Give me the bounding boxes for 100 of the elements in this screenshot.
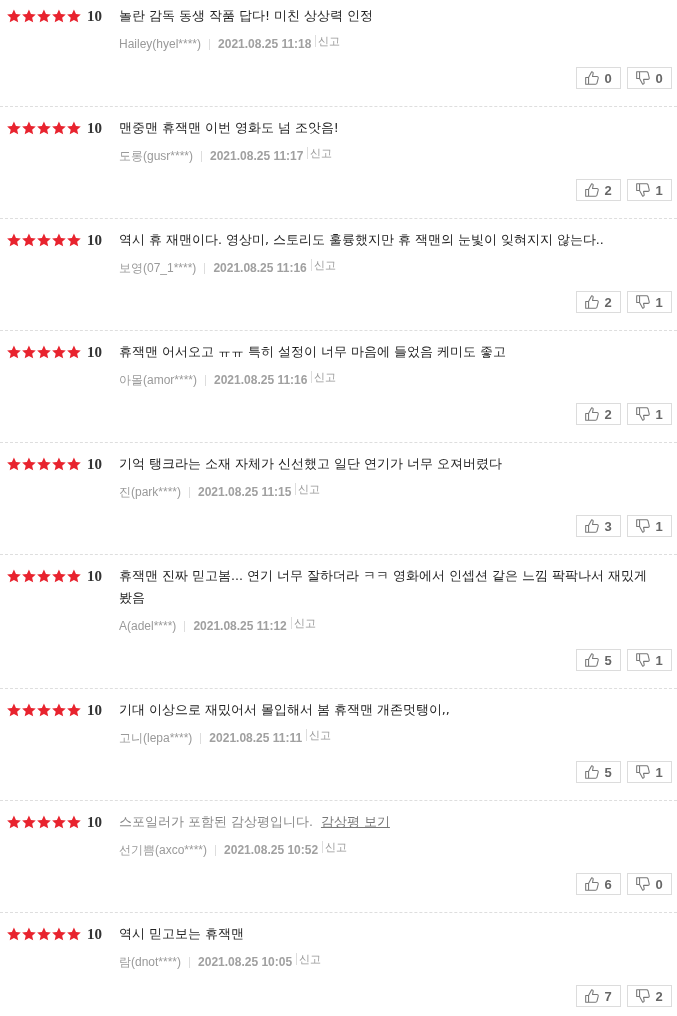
rating-score: 10 bbox=[87, 701, 102, 720]
star-icon bbox=[22, 9, 36, 23]
star-icon bbox=[22, 233, 36, 247]
dislike-button[interactable]: 2 bbox=[627, 985, 672, 1007]
like-button[interactable]: 2 bbox=[576, 291, 621, 313]
review-text: 맨중맨 휴잭맨 이번 영화도 넘 조앗음! bbox=[119, 119, 340, 137]
review-date: 2021.08.25 10:05 bbox=[198, 955, 293, 969]
thumbs-down-icon bbox=[636, 295, 651, 309]
star-icon bbox=[22, 815, 36, 829]
review-date: 2021.08.25 11:18 bbox=[218, 37, 312, 51]
rating-score: 10 bbox=[87, 813, 102, 832]
star-icon bbox=[37, 703, 51, 717]
review-date: 2021.08.25 11:16 bbox=[214, 373, 308, 387]
review-text: 역시 믿고보는 휴잭맨 bbox=[119, 925, 245, 943]
star-icon bbox=[67, 9, 81, 23]
thumbs-down-icon bbox=[636, 519, 651, 533]
like-button[interactable]: 0 bbox=[576, 67, 621, 89]
review-date: 2021.08.25 11:15 bbox=[198, 485, 292, 499]
dislike-button[interactable]: 1 bbox=[627, 403, 672, 425]
star-icon bbox=[7, 569, 21, 583]
author-name: 보영(07_1****) bbox=[119, 259, 197, 277]
report-link[interactable]: 신고 bbox=[290, 617, 316, 629]
report-link[interactable]: 신고 bbox=[311, 371, 337, 383]
dislike-button[interactable]: 1 bbox=[627, 291, 672, 313]
thumbs-down-icon bbox=[636, 989, 651, 1003]
star-icon bbox=[67, 927, 81, 941]
dislike-button[interactable]: 0 bbox=[627, 873, 672, 895]
star-icon bbox=[52, 345, 66, 359]
thumbs-down-icon bbox=[636, 653, 651, 667]
like-button[interactable]: 2 bbox=[576, 403, 621, 425]
thumbs-up-icon bbox=[585, 877, 600, 891]
thumbs-down-icon bbox=[636, 183, 651, 197]
star-icon bbox=[67, 121, 81, 135]
rating-score: 10 bbox=[87, 925, 102, 944]
star-icon bbox=[7, 233, 21, 247]
rating-score: 10 bbox=[87, 119, 102, 138]
star-icon bbox=[7, 703, 21, 717]
star-icon bbox=[37, 927, 51, 941]
star-icon bbox=[37, 121, 51, 135]
author-name: 아몰(amor****) bbox=[119, 371, 197, 389]
star-icon bbox=[37, 345, 51, 359]
like-button[interactable]: 3 bbox=[576, 515, 621, 537]
author-name: 도롱(gusr****) bbox=[119, 147, 193, 165]
star-icon bbox=[37, 815, 51, 829]
thumbs-down-icon bbox=[636, 877, 651, 891]
dislike-button[interactable]: 1 bbox=[627, 761, 672, 783]
like-button[interactable]: 6 bbox=[576, 873, 621, 895]
thumbs-down-icon bbox=[636, 407, 651, 421]
star-icon bbox=[37, 569, 51, 583]
like-button[interactable]: 5 bbox=[576, 761, 621, 783]
review-text: 기대 이상으로 재밌어서 몰입해서 봄 휴잭맨 개존멋탱이,, bbox=[119, 701, 451, 719]
thumbs-up-icon bbox=[585, 407, 600, 421]
star-icon bbox=[7, 815, 21, 829]
star-icon bbox=[7, 345, 21, 359]
author-name: 람(dnot****) bbox=[119, 953, 182, 971]
thumbs-up-icon bbox=[585, 765, 600, 779]
report-link[interactable]: 신고 bbox=[307, 147, 333, 159]
spoiler-notice: 스포일러가 포함된 감상평입니다. bbox=[119, 813, 313, 831]
rating-score: 10 bbox=[87, 231, 102, 250]
show-review-link[interactable]: 감상평 보기 bbox=[320, 813, 390, 831]
star-icon bbox=[67, 703, 81, 717]
rating-score: 10 bbox=[87, 7, 102, 26]
star-icon bbox=[22, 927, 36, 941]
like-button[interactable]: 5 bbox=[576, 649, 621, 671]
report-link[interactable]: 신고 bbox=[306, 729, 332, 741]
report-link[interactable]: 신고 bbox=[295, 483, 321, 495]
star-icon bbox=[52, 927, 66, 941]
review-text: 놀란 감독 동생 작품 답다! 미친 상상력 인정 bbox=[119, 7, 374, 25]
star-icon bbox=[22, 345, 36, 359]
like-button[interactable]: 2 bbox=[576, 179, 621, 201]
thumbs-up-icon bbox=[585, 653, 600, 667]
author-name: 선기쁨(axco****) bbox=[119, 841, 208, 859]
dislike-button[interactable]: 1 bbox=[627, 179, 672, 201]
dislike-button[interactable]: 1 bbox=[627, 649, 672, 671]
report-link[interactable]: 신고 bbox=[322, 841, 348, 853]
rating-score: 10 bbox=[87, 343, 102, 362]
dislike-button[interactable]: 1 bbox=[627, 515, 672, 537]
dislike-button[interactable]: 0 bbox=[627, 67, 672, 89]
star-icon bbox=[7, 927, 21, 941]
author-name: Hailey(hyel****) bbox=[119, 37, 202, 51]
star-icon bbox=[52, 9, 66, 23]
star-icon bbox=[22, 703, 36, 717]
review-date: 2021.08.25 11:12 bbox=[193, 619, 287, 633]
star-icon bbox=[7, 9, 21, 23]
star-icon bbox=[67, 345, 81, 359]
star-icon bbox=[67, 233, 81, 247]
report-link[interactable]: 신고 bbox=[310, 259, 336, 271]
star-icon bbox=[22, 121, 36, 135]
review-text: 휴잭맨 어서오고 ㅠㅠ 특히 설정이 너무 마음에 들었음 케미도 좋고 bbox=[119, 343, 507, 361]
star-icon bbox=[52, 815, 66, 829]
thumbs-up-icon bbox=[585, 295, 600, 309]
rating-score: 10 bbox=[87, 455, 102, 474]
report-link[interactable]: 신고 bbox=[315, 35, 341, 47]
like-button[interactable]: 7 bbox=[576, 985, 621, 1007]
star-icon bbox=[52, 457, 66, 471]
report-link[interactable]: 신고 bbox=[296, 953, 322, 965]
star-icon bbox=[67, 569, 81, 583]
thumbs-up-icon bbox=[585, 71, 600, 85]
rating-score: 10 bbox=[87, 567, 102, 586]
author-name: 고니(lepa****) bbox=[119, 729, 193, 747]
